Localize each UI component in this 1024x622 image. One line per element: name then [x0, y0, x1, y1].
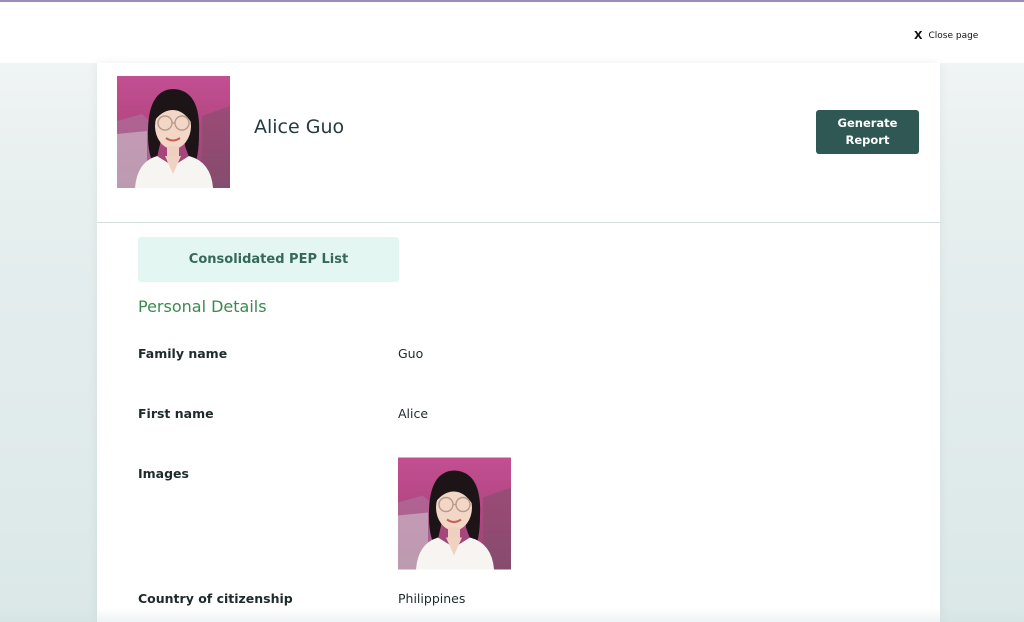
header-divider: [97, 222, 940, 223]
close-page-link[interactable]: X Close page: [914, 29, 978, 42]
images-photo[interactable]: [398, 457, 511, 570]
country-of-citizenship-label: Country of citizenship: [138, 591, 293, 606]
family-name-label: Family name: [138, 346, 228, 361]
portrait-icon: [117, 76, 230, 188]
personal-details-title: Personal Details: [138, 297, 267, 316]
close-page-label[interactable]: Close page: [928, 31, 978, 41]
profile-photo: [117, 76, 230, 188]
portrait-icon: [398, 457, 511, 570]
tab-consolidated-pep-list[interactable]: Consolidated PEP List: [138, 237, 399, 282]
bottom-fade: [0, 608, 1024, 622]
profile-name: Alice Guo: [254, 116, 345, 138]
profile-header: Alice Guo Generate Report: [97, 63, 940, 222]
country-of-citizenship-value: Philippines: [398, 591, 466, 606]
close-icon[interactable]: X: [914, 29, 922, 42]
top-bar: X Close page: [0, 2, 1024, 63]
first-name-label: First name: [138, 406, 214, 421]
images-label: Images: [138, 466, 189, 481]
family-name-value: Guo: [398, 346, 424, 361]
profile-card: Alice Guo Generate Report Consolidated P…: [97, 63, 940, 622]
first-name-value: Alice: [398, 406, 429, 421]
generate-report-button[interactable]: Generate Report: [816, 110, 919, 154]
